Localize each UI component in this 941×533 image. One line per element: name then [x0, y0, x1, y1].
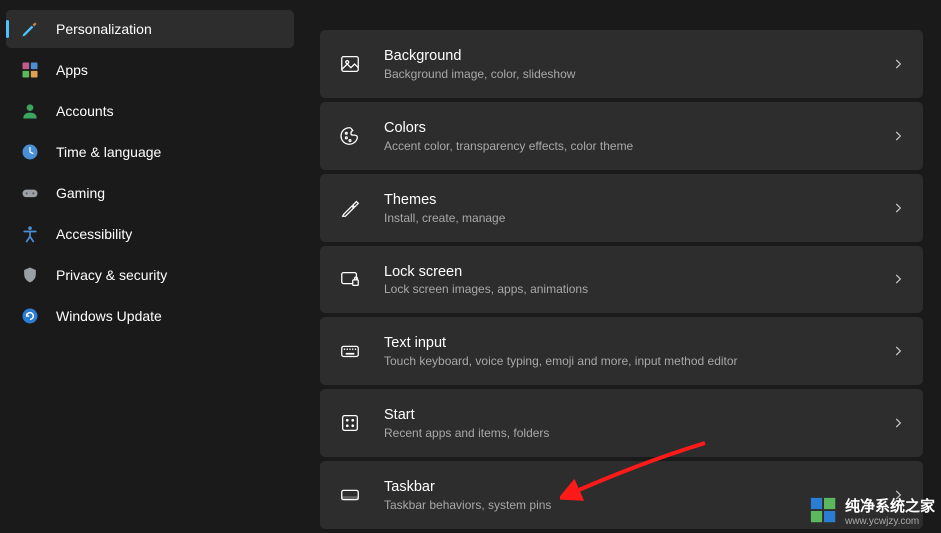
row-text: Background Background image, color, slid… [384, 47, 891, 81]
accessibility-icon [20, 224, 40, 244]
setting-row-colors[interactable]: Colors Accent color, transparency effect… [320, 102, 923, 170]
shield-icon [20, 265, 40, 285]
chevron-right-icon [891, 129, 905, 143]
chevron-right-icon [891, 272, 905, 286]
setting-row-text-input[interactable]: Text input Touch keyboard, voice typing,… [320, 317, 923, 385]
sidebar-item-label: Time & language [56, 144, 161, 160]
sidebar-item-personalization[interactable]: Personalization [6, 10, 294, 48]
row-title: Themes [384, 191, 891, 210]
watermark-text: 纯净系统之家 [845, 495, 935, 516]
sidebar-item-gaming[interactable]: Gaming [6, 174, 294, 212]
start-grid-icon [338, 411, 362, 435]
brush-icon [338, 196, 362, 220]
setting-row-themes[interactable]: Themes Install, create, manage [320, 174, 923, 242]
chevron-right-icon [891, 416, 905, 430]
row-title: Start [384, 406, 891, 425]
gamepad-icon [20, 183, 40, 203]
setting-row-start[interactable]: Start Recent apps and items, folders [320, 389, 923, 457]
globe-clock-icon [20, 142, 40, 162]
sidebar-item-apps[interactable]: Apps [6, 51, 294, 89]
update-icon [20, 306, 40, 326]
paintbrush-icon [20, 19, 40, 39]
chevron-right-icon [891, 344, 905, 358]
person-icon [20, 101, 40, 121]
row-text: Themes Install, create, manage [384, 191, 891, 225]
taskbar-icon [338, 483, 362, 507]
sidebar-item-accounts[interactable]: Accounts [6, 92, 294, 130]
row-subtitle: Touch keyboard, voice typing, emoji and … [384, 354, 891, 368]
image-icon [338, 52, 362, 76]
palette-icon [338, 124, 362, 148]
sidebar-item-label: Privacy & security [56, 267, 167, 283]
sidebar-item-time-language[interactable]: Time & language [6, 133, 294, 171]
row-subtitle: Recent apps and items, folders [384, 426, 891, 440]
row-text: Text input Touch keyboard, voice typing,… [384, 334, 891, 368]
main-content: Background Background image, color, slid… [300, 0, 941, 533]
watermark-logo-icon [809, 496, 839, 526]
watermark: 纯净系统之家 www.ycwjzy.com [809, 495, 935, 527]
sidebar-item-label: Personalization [56, 21, 152, 37]
sidebar-item-label: Accounts [56, 103, 114, 119]
row-text: Lock screen Lock screen images, apps, an… [384, 263, 891, 297]
row-subtitle: Install, create, manage [384, 211, 891, 225]
setting-row-lock-screen[interactable]: Lock screen Lock screen images, apps, an… [320, 246, 923, 314]
sidebar-item-accessibility[interactable]: Accessibility [6, 215, 294, 253]
row-subtitle: Accent color, transparency effects, colo… [384, 139, 891, 153]
sidebar-item-label: Windows Update [56, 308, 162, 324]
row-subtitle: Lock screen images, apps, animations [384, 282, 891, 296]
row-text: Start Recent apps and items, folders [384, 406, 891, 440]
keyboard-icon [338, 339, 362, 363]
row-title: Colors [384, 119, 891, 138]
sidebar-item-label: Apps [56, 62, 88, 78]
sidebar: Personalization Apps Accounts Time & lan… [0, 0, 300, 533]
sidebar-item-privacy[interactable]: Privacy & security [6, 256, 294, 294]
row-text: Colors Accent color, transparency effect… [384, 119, 891, 153]
chevron-right-icon [891, 201, 905, 215]
lock-screen-icon [338, 267, 362, 291]
row-subtitle: Background image, color, slideshow [384, 67, 891, 81]
sidebar-item-label: Accessibility [56, 226, 132, 242]
row-title: Background [384, 47, 891, 66]
row-title: Lock screen [384, 263, 891, 282]
sidebar-item-label: Gaming [56, 185, 105, 201]
setting-row-background[interactable]: Background Background image, color, slid… [320, 30, 923, 98]
sidebar-item-windows-update[interactable]: Windows Update [6, 297, 294, 335]
chevron-right-icon [891, 57, 905, 71]
row-title: Text input [384, 334, 891, 353]
watermark-url: www.ycwjzy.com [845, 516, 935, 527]
apps-icon [20, 60, 40, 80]
